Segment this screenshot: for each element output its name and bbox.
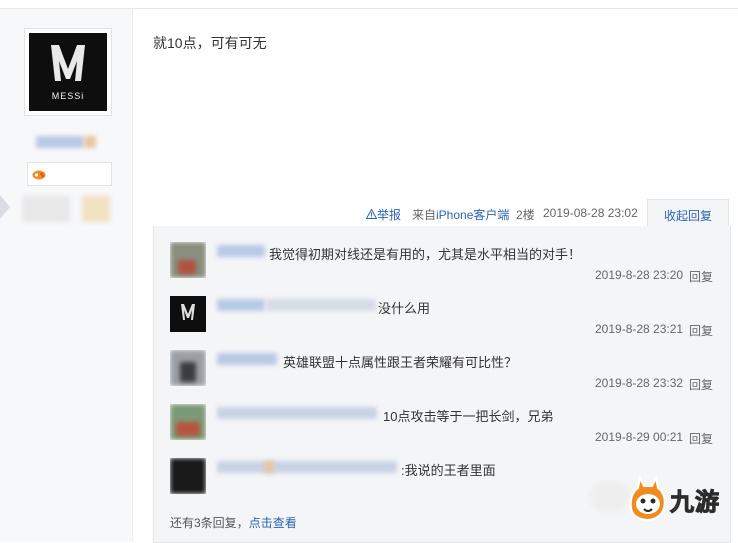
reply-badge-blurred	[264, 461, 274, 473]
avatar-brand-text: MESSi	[51, 91, 85, 101]
reply-avatar[interactable]	[170, 458, 206, 494]
view-more-link[interactable]: 点击查看	[249, 516, 297, 530]
user-level-badge[interactable]	[27, 162, 112, 186]
user-avatar[interactable]: MESSi	[24, 28, 112, 116]
reply-text: 我觉得初期对线还是有用的，尤其是水平相当的对手！	[269, 247, 582, 262]
client-prefix: 来自	[412, 208, 437, 222]
left-arrow-marker	[0, 195, 10, 219]
floor-number: 2楼	[516, 208, 535, 222]
client-source: 来自iPhone客户端	[412, 206, 509, 223]
reply-prefix-blurred	[266, 299, 376, 311]
collapse-tab: 收起回复	[647, 199, 729, 228]
game-controller-icon	[32, 170, 46, 180]
reply-text: 10点攻击等于一把长剑，兄弟	[383, 409, 554, 424]
more-replies-prefix: 还有3条回复，	[170, 516, 249, 530]
reply-username-blurred[interactable]	[217, 245, 265, 257]
watermark-logo: 九游	[590, 472, 738, 532]
report-link[interactable]: 举报	[366, 206, 401, 223]
list-item: 没什么用 2019-8-28 23:21 回复	[154, 280, 730, 338]
list-item: 我觉得初期对线还是有用的，尤其是水平相当的对手！ 2019-8-28 23:20…	[154, 226, 730, 284]
watermark-text: 九游	[670, 488, 720, 517]
jiuyou-mascot-icon	[629, 474, 666, 522]
messi-m-icon	[181, 304, 195, 320]
list-item: 英雄联盟十点属性跟王者荣耀有可比性？ 2019-8-28 23:32 回复	[154, 334, 730, 392]
username-blurred[interactable]	[36, 136, 84, 148]
reply-avatar[interactable]	[170, 350, 206, 386]
report-label: 举报	[377, 208, 402, 222]
collapse-replies-button[interactable]: 收起回复	[664, 207, 712, 224]
reply-text: 英雄联盟十点属性跟王者荣耀有可比性？	[283, 355, 518, 370]
reply-username-blurred[interactable]	[217, 461, 397, 473]
messi-logo-image: MESSi	[29, 33, 107, 111]
post-timestamp: 2019-08-28 23:02	[543, 206, 638, 220]
reply-text: 没什么用	[378, 301, 431, 316]
username-badge-blurred	[84, 136, 96, 148]
reply-username-blurred[interactable]	[217, 299, 265, 311]
list-item: 10点攻击等于一把长剑，兄弟 2019-8-29 00:21 回复	[154, 388, 730, 446]
reply-username-blurred[interactable]	[217, 407, 377, 419]
blurred-medal-1	[22, 196, 70, 222]
reply-username-blurred[interactable]	[217, 353, 277, 365]
post-content: 就10点，可有可无	[153, 35, 267, 51]
user-sidebar: MESSi	[0, 9, 133, 542]
more-replies: 还有3条回复，点击查看	[170, 514, 297, 531]
reply-avatar[interactable]	[170, 242, 206, 278]
reply-avatar[interactable]	[170, 296, 206, 332]
client-name-link[interactable]: iPhone客户端	[436, 208, 509, 222]
reply-text: :我说的王者里面	[401, 463, 496, 478]
reply-avatar[interactable]	[170, 404, 206, 440]
blurred-medal-2	[82, 196, 110, 222]
warning-icon	[366, 209, 377, 219]
